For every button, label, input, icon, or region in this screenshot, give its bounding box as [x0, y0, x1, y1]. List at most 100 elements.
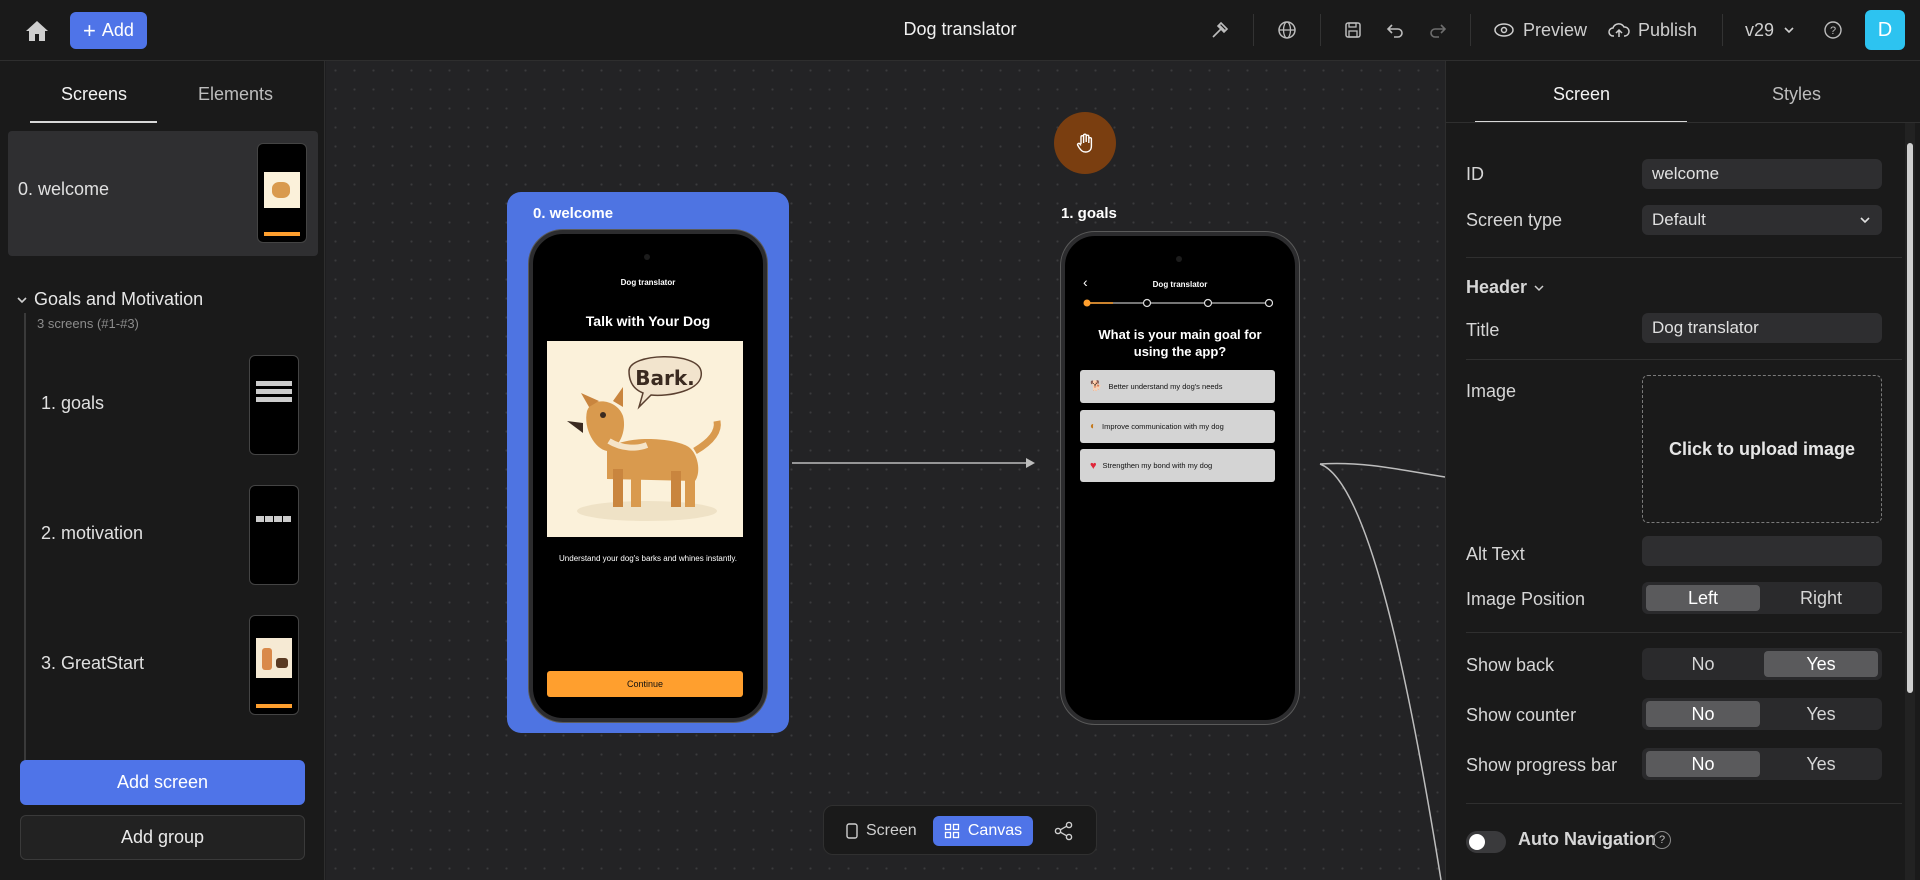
- hand-cursor-icon: [1054, 112, 1116, 174]
- phone-header: Dog translator: [620, 278, 676, 287]
- undo-icon[interactable]: [1383, 18, 1407, 42]
- camera-notch: [1176, 256, 1182, 262]
- avatar[interactable]: D: [1865, 10, 1905, 50]
- hammer-icon[interactable]: [1208, 18, 1232, 42]
- divider: [1446, 122, 1920, 123]
- add-button-label: Add: [101, 20, 134, 40]
- right-panel: Screen Styles ID welcome Screen type Def…: [1445, 61, 1920, 880]
- image-position-right[interactable]: Right: [1764, 585, 1878, 611]
- screen-item-greatstart[interactable]: 3. GreatStart: [30, 615, 310, 715]
- scrollbar[interactable]: [1905, 123, 1915, 880]
- chevron-down-icon: [17, 296, 27, 303]
- id-label: ID: [1466, 164, 1484, 184]
- preview-button[interactable]: Preview: [1493, 18, 1587, 42]
- screen-item-label: 1. goals: [41, 393, 105, 413]
- auto-navigation-switch[interactable]: [1466, 831, 1506, 853]
- group-header-goals[interactable]: Goals and Motivation: [16, 289, 203, 310]
- view-mode-toolbar: Screen Canvas: [823, 805, 1097, 855]
- chevron-down-icon: [1860, 217, 1870, 224]
- show-counter-yes[interactable]: Yes: [1764, 701, 1878, 727]
- show-back-yes[interactable]: Yes: [1764, 651, 1878, 677]
- tab-screen[interactable]: Screen: [1553, 84, 1610, 105]
- home-icon[interactable]: [22, 16, 52, 46]
- screen-item-motivation[interactable]: 2. motivation: [30, 485, 310, 585]
- show-back-no[interactable]: No: [1646, 651, 1760, 677]
- app-title: Dog translator: [903, 19, 1017, 39]
- title-label: Title: [1466, 320, 1500, 340]
- progress-steps: [1083, 298, 1273, 308]
- help-icon[interactable]: ?: [1653, 831, 1671, 849]
- show-counter-no[interactable]: No: [1646, 701, 1760, 727]
- screen-thumbnail: [249, 485, 299, 585]
- canvas-mode-label: Canvas: [967, 822, 1023, 839]
- image-position-label: Image Position: [1466, 589, 1586, 609]
- screen-thumbnail: [257, 143, 307, 243]
- header-section-label: Header: [1466, 277, 1528, 297]
- share-icon[interactable]: [1052, 819, 1076, 843]
- grid-icon: [944, 823, 960, 839]
- phone-body-text: Understand your dog's barks and whines i…: [559, 554, 737, 563]
- image-position-toggle: Left Right: [1642, 582, 1882, 614]
- auto-navigation-label: Auto Navigation: [1518, 829, 1656, 849]
- eye-icon: [1494, 23, 1514, 37]
- add-group-button[interactable]: Add group: [20, 815, 305, 860]
- header-section-toggle[interactable]: Header: [1466, 277, 1545, 298]
- divider: [1466, 803, 1902, 804]
- toolbar-separator: [1320, 14, 1321, 46]
- redo-icon[interactable]: [1426, 18, 1450, 42]
- plus-icon: +: [83, 17, 96, 43]
- active-tab-underline: [30, 121, 157, 123]
- show-back-label: Show back: [1466, 655, 1555, 675]
- divider: [1466, 359, 1902, 360]
- canvas-mode-button[interactable]: Canvas: [933, 816, 1033, 846]
- screen-item-label: 3. GreatStart: [41, 653, 145, 673]
- left-tabs: Screens Elements: [0, 61, 325, 123]
- bark-bubble-text: Bark.: [635, 366, 695, 390]
- image-label: Image: [1466, 381, 1517, 401]
- screen-type-select[interactable]: Default: [1642, 205, 1882, 235]
- show-progress-toggle: No Yes: [1642, 748, 1882, 780]
- tab-styles[interactable]: Styles: [1772, 84, 1821, 105]
- canvas[interactable]: 0. welcome Dog translator Talk with Your…: [326, 61, 1445, 880]
- image-upload-dropzone[interactable]: Click to upload image: [1642, 375, 1882, 523]
- screen-item-goals[interactable]: 1. goals: [30, 355, 310, 455]
- chevron-down-icon: [1534, 284, 1544, 291]
- screen-thumbnail: [249, 615, 299, 715]
- phone-header: Dog translator: [1152, 280, 1208, 289]
- tab-elements[interactable]: Elements: [198, 84, 273, 105]
- image-position-left[interactable]: Left: [1646, 585, 1760, 611]
- show-counter-label: Show counter: [1466, 705, 1577, 725]
- help-icon[interactable]: ?: [1821, 18, 1845, 42]
- show-progress-no[interactable]: No: [1646, 751, 1760, 777]
- phone-heading: Talk with Your Dog: [585, 313, 711, 329]
- screen-item-label: 2. motivation: [41, 523, 144, 543]
- title-field[interactable]: Dog translator: [1642, 313, 1882, 343]
- goal-option: ◐ Improve communication with my dog: [1080, 410, 1275, 443]
- screen-item-welcome[interactable]: 0. welcome: [8, 131, 318, 256]
- toolbar-separator: [1253, 14, 1254, 46]
- add-button[interactable]: + Add: [70, 12, 147, 49]
- show-progress-label: Show progress bar: [1466, 755, 1618, 775]
- phone-icon: [846, 823, 858, 839]
- show-progress-yes[interactable]: Yes: [1764, 751, 1878, 777]
- group-line: [24, 313, 26, 801]
- group-subtitle: 3 screens (#1-#3): [37, 316, 139, 331]
- version-select[interactable]: v29: [1745, 18, 1796, 42]
- group-title: Goals and Motivation: [34, 289, 204, 309]
- id-field[interactable]: welcome: [1642, 159, 1882, 189]
- publish-button[interactable]: Publish: [1608, 18, 1697, 42]
- goal-option-label: Better understand my dog's needs: [1108, 382, 1223, 391]
- scrollbar-thumb[interactable]: [1907, 143, 1913, 693]
- chevron-down-icon: [1784, 27, 1794, 34]
- alt-text-field[interactable]: [1642, 536, 1882, 566]
- add-screen-button[interactable]: Add screen: [20, 760, 305, 805]
- screen-mode-button[interactable]: Screen: [836, 816, 927, 846]
- phone-preview-goals[interactable]: ‹ Dog translator What is your main goal …: [1061, 232, 1299, 724]
- screen-type-label: Screen type: [1466, 210, 1563, 230]
- globe-icon[interactable]: [1275, 18, 1299, 42]
- screen-card-welcome[interactable]: 0. welcome Dog translator Talk with Your…: [507, 192, 789, 733]
- goal-option: ♥ Strengthen my bond with my dog: [1080, 449, 1275, 482]
- card-title: 0. welcome: [533, 205, 614, 222]
- tab-screens[interactable]: Screens: [61, 84, 127, 105]
- save-icon[interactable]: [1341, 18, 1365, 42]
